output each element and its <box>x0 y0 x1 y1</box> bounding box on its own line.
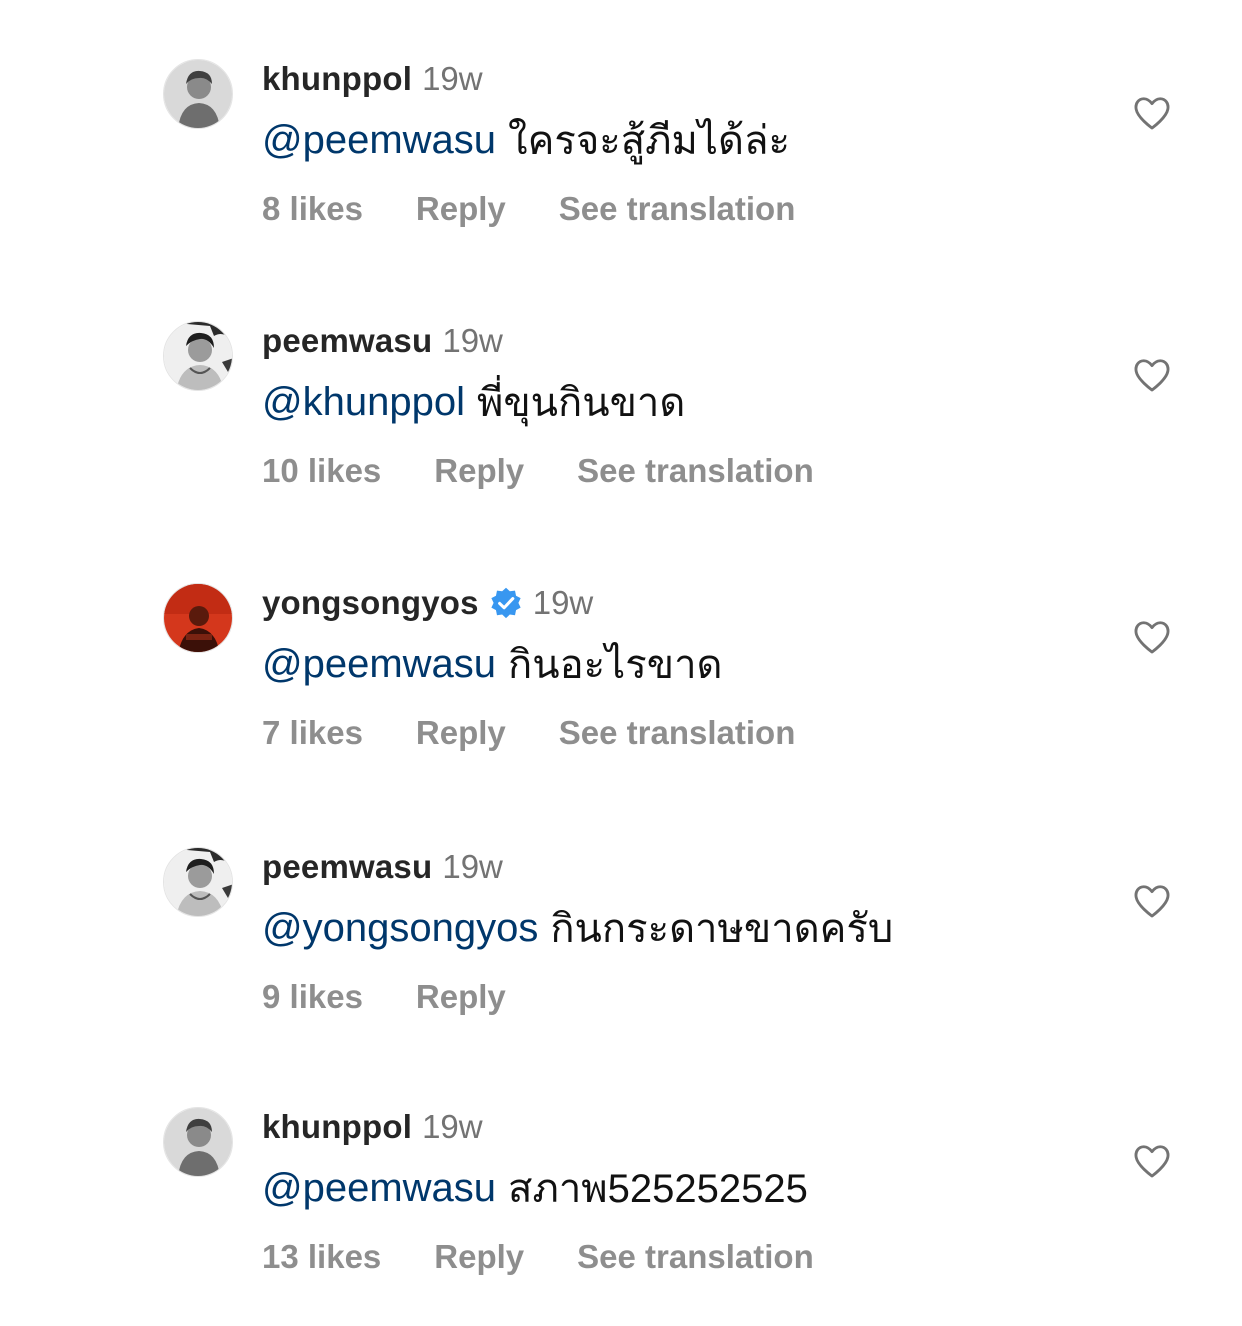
comment-text: ใครจะสู้ภีมได้ล่ะ <box>508 119 790 163</box>
comment-item: peemwasu 19w @khunppol พี่ขุนกินขาด 10 l… <box>0 321 1242 521</box>
reply-button[interactable]: Reply <box>434 1238 524 1276</box>
avatar[interactable] <box>163 321 233 391</box>
verified-badge-icon <box>489 586 523 620</box>
see-translation-button[interactable]: See translation <box>577 1238 814 1276</box>
avatar-photo <box>164 584 232 652</box>
comment-text: สภาพ525252525 <box>508 1167 808 1211</box>
avatar[interactable] <box>163 59 233 129</box>
reply-button[interactable]: Reply <box>416 714 506 752</box>
likes-count[interactable]: 13 likes <box>262 1238 381 1276</box>
heart-icon[interactable] <box>1133 619 1171 655</box>
heart-icon[interactable] <box>1133 1143 1171 1179</box>
see-translation-button[interactable]: See translation <box>559 190 796 228</box>
comment-item: yongsongyos 19w @peemwasu กินอะไรขาด 7 l… <box>0 583 1242 783</box>
comment-text: พี่ขุนกินขาด <box>476 381 686 425</box>
likes-count[interactable]: 10 likes <box>262 452 381 490</box>
reply-button[interactable]: Reply <box>416 978 506 1016</box>
comment-text: กินกระดาษขาดครับ <box>550 907 894 951</box>
avatar[interactable] <box>163 583 233 653</box>
mention-link[interactable]: @khunppol <box>262 380 465 425</box>
likes-count[interactable]: 7 likes <box>262 714 363 752</box>
likes-count[interactable]: 8 likes <box>262 190 363 228</box>
timestamp: 19w <box>532 584 594 621</box>
comment-item: khunppol 19w @peemwasu ใครจะสู้ภีมได้ล่ะ… <box>0 59 1242 259</box>
avatar[interactable] <box>163 1107 233 1177</box>
heart-icon[interactable] <box>1133 357 1171 393</box>
timestamp: 19w <box>442 848 503 885</box>
username[interactable]: peemwasu <box>262 848 432 886</box>
see-translation-button[interactable]: See translation <box>559 714 796 752</box>
timestamp: 19w <box>422 60 483 97</box>
avatar-photo <box>164 322 232 390</box>
avatar-photo <box>164 1108 232 1176</box>
username[interactable]: peemwasu <box>262 322 432 360</box>
comment-item: khunppol 19w @peemwasu สภาพ525252525 13 … <box>0 1107 1242 1307</box>
username[interactable]: khunppol <box>262 60 412 98</box>
comment-text: กินอะไรขาด <box>508 643 723 687</box>
mention-link[interactable]: @peemwasu <box>262 642 496 687</box>
timestamp: 19w <box>442 322 503 359</box>
comment-item: peemwasu 19w @yongsongyos กินกระดาษขาดคร… <box>0 847 1242 1047</box>
reply-button[interactable]: Reply <box>416 190 506 228</box>
avatar-photo <box>164 848 232 916</box>
heart-icon[interactable] <box>1133 883 1171 919</box>
username[interactable]: yongsongyos <box>262 584 479 622</box>
likes-count[interactable]: 9 likes <box>262 978 363 1016</box>
mention-link[interactable]: @peemwasu <box>262 118 496 163</box>
mention-link[interactable]: @yongsongyos <box>262 906 538 951</box>
avatar[interactable] <box>163 847 233 917</box>
avatar-photo <box>164 60 232 128</box>
reply-button[interactable]: Reply <box>434 452 524 490</box>
timestamp: 19w <box>422 1108 483 1145</box>
see-translation-button[interactable]: See translation <box>577 452 814 490</box>
heart-icon[interactable] <box>1133 95 1171 131</box>
username[interactable]: khunppol <box>262 1108 412 1146</box>
mention-link[interactable]: @peemwasu <box>262 1166 496 1211</box>
